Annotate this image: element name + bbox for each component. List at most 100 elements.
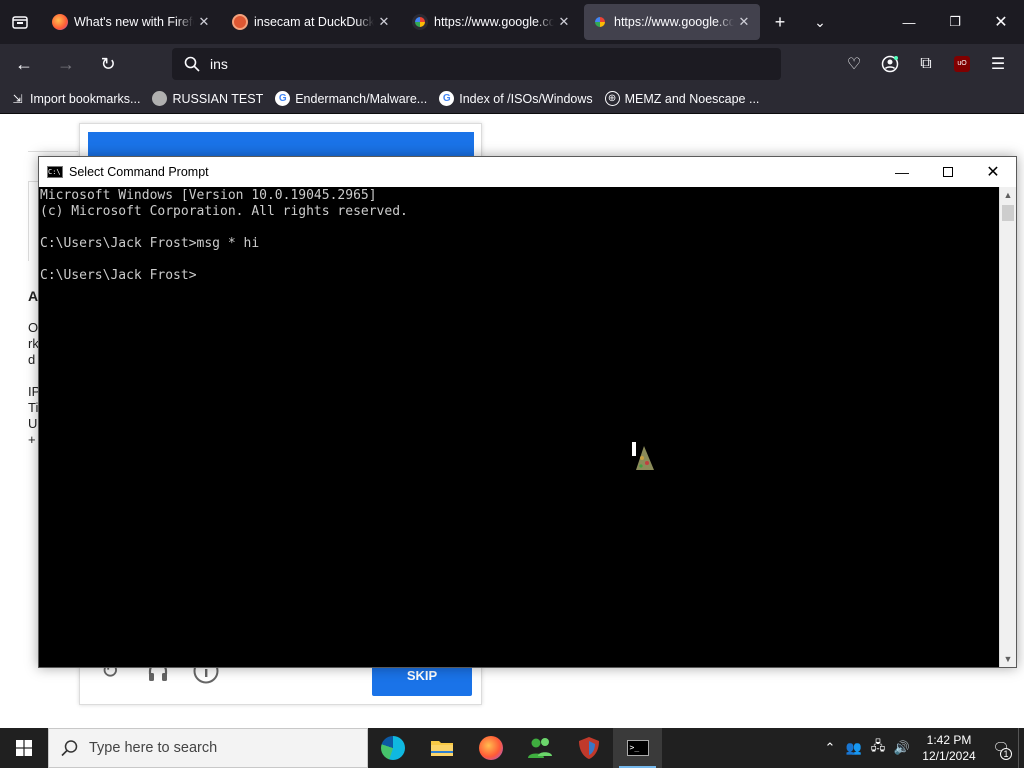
start-button[interactable]: [0, 728, 48, 768]
bookmark-item[interactable]: G Index of /ISOs/Windows: [439, 91, 593, 106]
people-icon: 👥: [845, 740, 863, 755]
notification-count: 1: [1000, 748, 1012, 760]
browser-toolbar: ← → ↻ ♡ ⧉ uO ☰: [0, 44, 1024, 84]
console-line: Microsoft Windows [Version 10.0.19045.29…: [40, 188, 377, 203]
edge-icon: [380, 736, 405, 760]
close-icon[interactable]: ✕: [556, 14, 572, 30]
restore-icon: ❐: [949, 14, 961, 29]
restore-button[interactable]: ❐: [932, 0, 978, 44]
network-button[interactable]: 🖧: [866, 728, 890, 768]
cmd-close-button[interactable]: ✕: [970, 157, 1016, 187]
duckduckgo-icon: [232, 14, 248, 30]
scroll-down-icon[interactable]: ▼: [1000, 651, 1016, 667]
bookmarks-toolbar: ⇲ Import bookmarks... RUSSIAN TEST G End…: [0, 84, 1024, 114]
firefox-view-button[interactable]: [0, 0, 40, 44]
list-all-tabs-button[interactable]: ⌄: [800, 0, 840, 44]
close-icon[interactable]: ✕: [376, 14, 392, 30]
bookmark-label: MEMZ and Noescape ...: [624, 91, 760, 106]
close-icon: ✕: [994, 14, 1008, 31]
taskbar-file-explorer[interactable]: [417, 728, 466, 768]
browser-tab[interactable]: https://www.google.com ✕: [404, 4, 580, 40]
back-button[interactable]: ←: [6, 46, 42, 82]
divider: [28, 151, 78, 152]
maximize-icon: [943, 167, 953, 177]
cmd-maximize-button[interactable]: [925, 157, 971, 187]
forward-button[interactable]: →: [48, 46, 84, 82]
ublock-button[interactable]: uO: [944, 46, 980, 82]
bookmark-label: Index of /ISOs/Windows: [459, 91, 593, 106]
google-icon: G: [439, 91, 455, 106]
cmd-title-bar[interactable]: C:\ Select Command Prompt — ✕: [39, 157, 1016, 187]
close-icon: ✕: [986, 164, 1000, 181]
search-icon: [61, 740, 78, 757]
tab-title: https://www.google.com: [434, 15, 554, 29]
bookmark-label: RUSSIAN TEST: [172, 91, 264, 106]
taskbar-people-app[interactable]: [515, 728, 564, 768]
address-bar[interactable]: [172, 48, 781, 80]
bookmark-item[interactable]: RUSSIAN TEST: [152, 91, 263, 106]
taskbar-search-box[interactable]: Type here to search: [48, 728, 368, 768]
reload-button[interactable]: ↻: [90, 46, 126, 82]
console-output[interactable]: Microsoft Windows [Version 10.0.19045.29…: [40, 187, 1000, 667]
taskbar-clock[interactable]: 1:42 PM 12/1/2024: [914, 732, 984, 764]
people-icon: [527, 738, 552, 758]
taskbar-edge[interactable]: [368, 728, 417, 768]
taskbar-command-prompt[interactable]: >_: [613, 728, 662, 768]
github-icon: [152, 91, 168, 106]
bookmark-label: Endermanch/Malware...: [295, 91, 428, 106]
close-button[interactable]: ✕: [978, 0, 1024, 44]
minimize-icon: —: [895, 164, 909, 180]
page-text: O: [28, 320, 39, 335]
bookmark-item[interactable]: ⊕ MEMZ and Noescape ...: [604, 91, 760, 106]
taskbar: Type here to search >_ ⌃ 👥 🖧 🔊 1:42 PM 1…: [0, 728, 1024, 768]
cmd-scrollbar[interactable]: ▲ ▼: [999, 187, 1016, 667]
firefox-icon: [52, 14, 68, 30]
page-text: U: [28, 416, 38, 431]
pocket-button[interactable]: ♡: [836, 46, 872, 82]
cmd-icon: >_: [626, 740, 649, 756]
bookmark-item[interactable]: G Endermanch/Malware...: [275, 91, 427, 106]
arrow-right-icon: →: [57, 53, 75, 74]
volume-button[interactable]: 🔊: [890, 728, 914, 768]
console-line: C:\Users\Jack Frost>msg * hi: [40, 236, 260, 251]
show-desktop-button[interactable]: [1018, 728, 1024, 768]
cursor-sprite-icon: [632, 442, 654, 470]
browser-tab-bar: What's new with Firefox ✕ insecam at Duc…: [0, 0, 1024, 44]
import-icon: ⇲: [12, 91, 23, 106]
tab-title: https://www.google.com: [614, 15, 734, 29]
console-line: (c) Microsoft Corporation. All rights re…: [40, 204, 408, 219]
account-button[interactable]: [872, 46, 908, 82]
taskbar-app[interactable]: [564, 728, 613, 768]
close-icon[interactable]: ✕: [736, 14, 752, 30]
account-icon: [881, 55, 899, 73]
scroll-thumb[interactable]: [1002, 205, 1014, 221]
globe-icon: ⊕: [604, 91, 620, 106]
plus-icon: +: [774, 11, 786, 32]
cmd-minimize-button[interactable]: —: [879, 157, 925, 187]
app-menu-button[interactable]: ☰: [980, 46, 1016, 82]
pocket-icon: ♡: [846, 56, 862, 73]
taskbar-firefox[interactable]: [466, 728, 515, 768]
firefox-view-icon: [12, 16, 28, 29]
console-line: C:\Users\Jack Frost>: [40, 268, 197, 283]
url-input[interactable]: [210, 56, 750, 72]
browser-tab[interactable]: insecam at DuckDuckGo ✕: [224, 4, 400, 40]
minimize-button[interactable]: —: [886, 0, 932, 44]
speaker-icon: 🔊: [893, 740, 911, 755]
new-tab-button[interactable]: +: [760, 0, 800, 44]
close-icon[interactable]: ✕: [196, 14, 212, 30]
notification-center-button[interactable]: 🗨 1: [984, 728, 1018, 768]
extensions-button[interactable]: ⧉: [908, 46, 944, 82]
ublock-origin-icon: uO: [954, 56, 970, 72]
tray-people[interactable]: 👥: [842, 728, 866, 768]
show-hidden-icons-button[interactable]: ⌃: [818, 728, 842, 768]
hamburger-menu-icon: ☰: [990, 56, 1006, 73]
scroll-up-icon[interactable]: ▲: [1000, 187, 1016, 203]
command-prompt-window[interactable]: C:\ Select Command Prompt — ✕ Microsoft …: [38, 156, 1017, 668]
browser-tab-active[interactable]: https://www.google.com ✕: [584, 4, 760, 40]
page-text: +: [28, 432, 36, 447]
bookmark-item[interactable]: ⇲ Import bookmarks...: [10, 91, 140, 106]
browser-tab[interactable]: What's new with Firefox ✕: [44, 4, 220, 40]
